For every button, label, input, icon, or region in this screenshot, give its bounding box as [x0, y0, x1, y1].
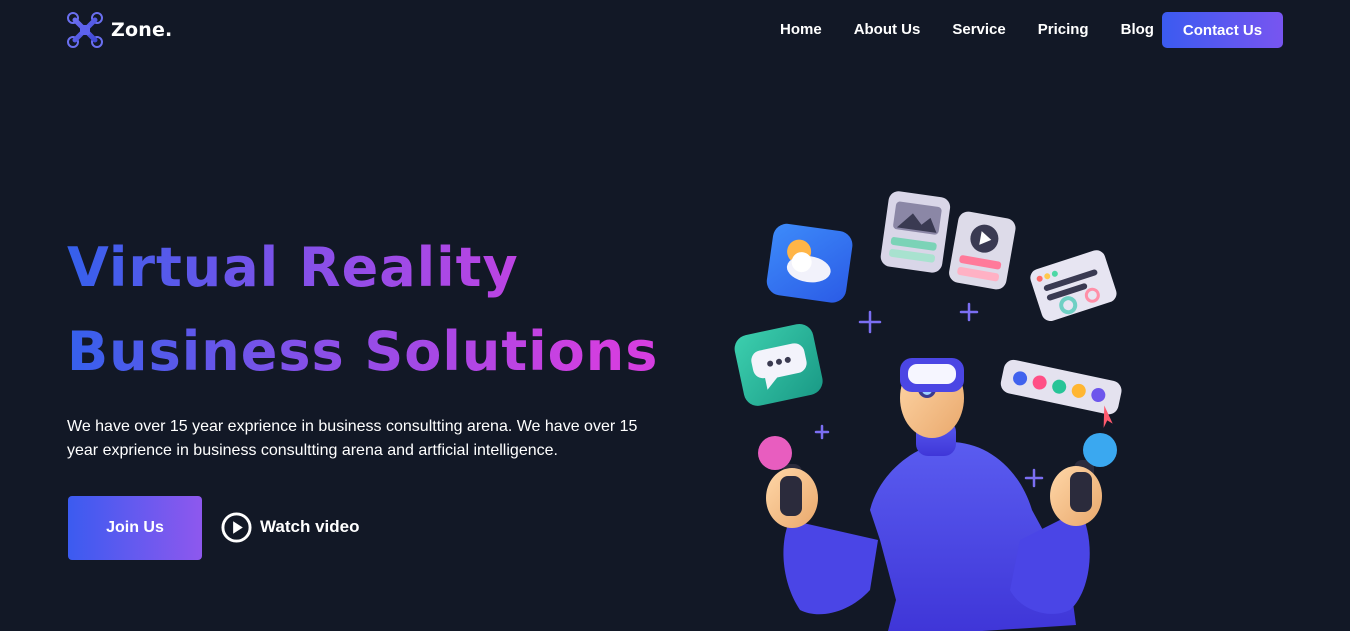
- color-palette-card-icon: [1000, 359, 1122, 428]
- image-card-icon: [880, 191, 951, 273]
- dashboard-card-icon: [1030, 250, 1117, 322]
- join-us-button[interactable]: Join Us: [68, 496, 202, 560]
- brand-name: Zone.: [111, 19, 173, 41]
- watch-video-label: Watch video: [260, 517, 360, 536]
- nav-item-pricing[interactable]: Pricing: [1038, 21, 1089, 38]
- main-nav: Home About Us Service Pricing Blog: [780, 19, 1154, 41]
- hero-title-line-2: Business Solutions: [67, 320, 659, 383]
- watch-video-link[interactable]: Watch video: [221, 511, 360, 543]
- user-head: [900, 358, 964, 438]
- vr-illustration: [720, 180, 1150, 631]
- nav-item-service[interactable]: Service: [952, 21, 1005, 38]
- play-circle-icon: [221, 511, 252, 543]
- brand-logo-link[interactable]: Zone.: [67, 12, 172, 48]
- nav-item-home[interactable]: Home: [780, 21, 822, 38]
- navbar: Zone. Home About Us Service Pricing Blog…: [0, 0, 1350, 60]
- hero-title: Virtual Reality Business Solutions: [67, 226, 667, 394]
- video-card-icon: [949, 211, 1016, 290]
- nav-item-blog[interactable]: Blog: [1121, 21, 1154, 38]
- vr-user-illustration: [734, 191, 1122, 631]
- hero-title-line-1: Virtual Reality: [67, 236, 519, 299]
- hero-description: We have over 15 year exprience in busine…: [67, 418, 638, 459]
- chat-app-icon: [734, 323, 823, 406]
- contact-us-button[interactable]: Contact Us: [1162, 12, 1283, 48]
- drone-logo-icon: [67, 12, 103, 48]
- weather-app-icon: [766, 223, 853, 303]
- nav-item-about-us[interactable]: About Us: [854, 21, 921, 38]
